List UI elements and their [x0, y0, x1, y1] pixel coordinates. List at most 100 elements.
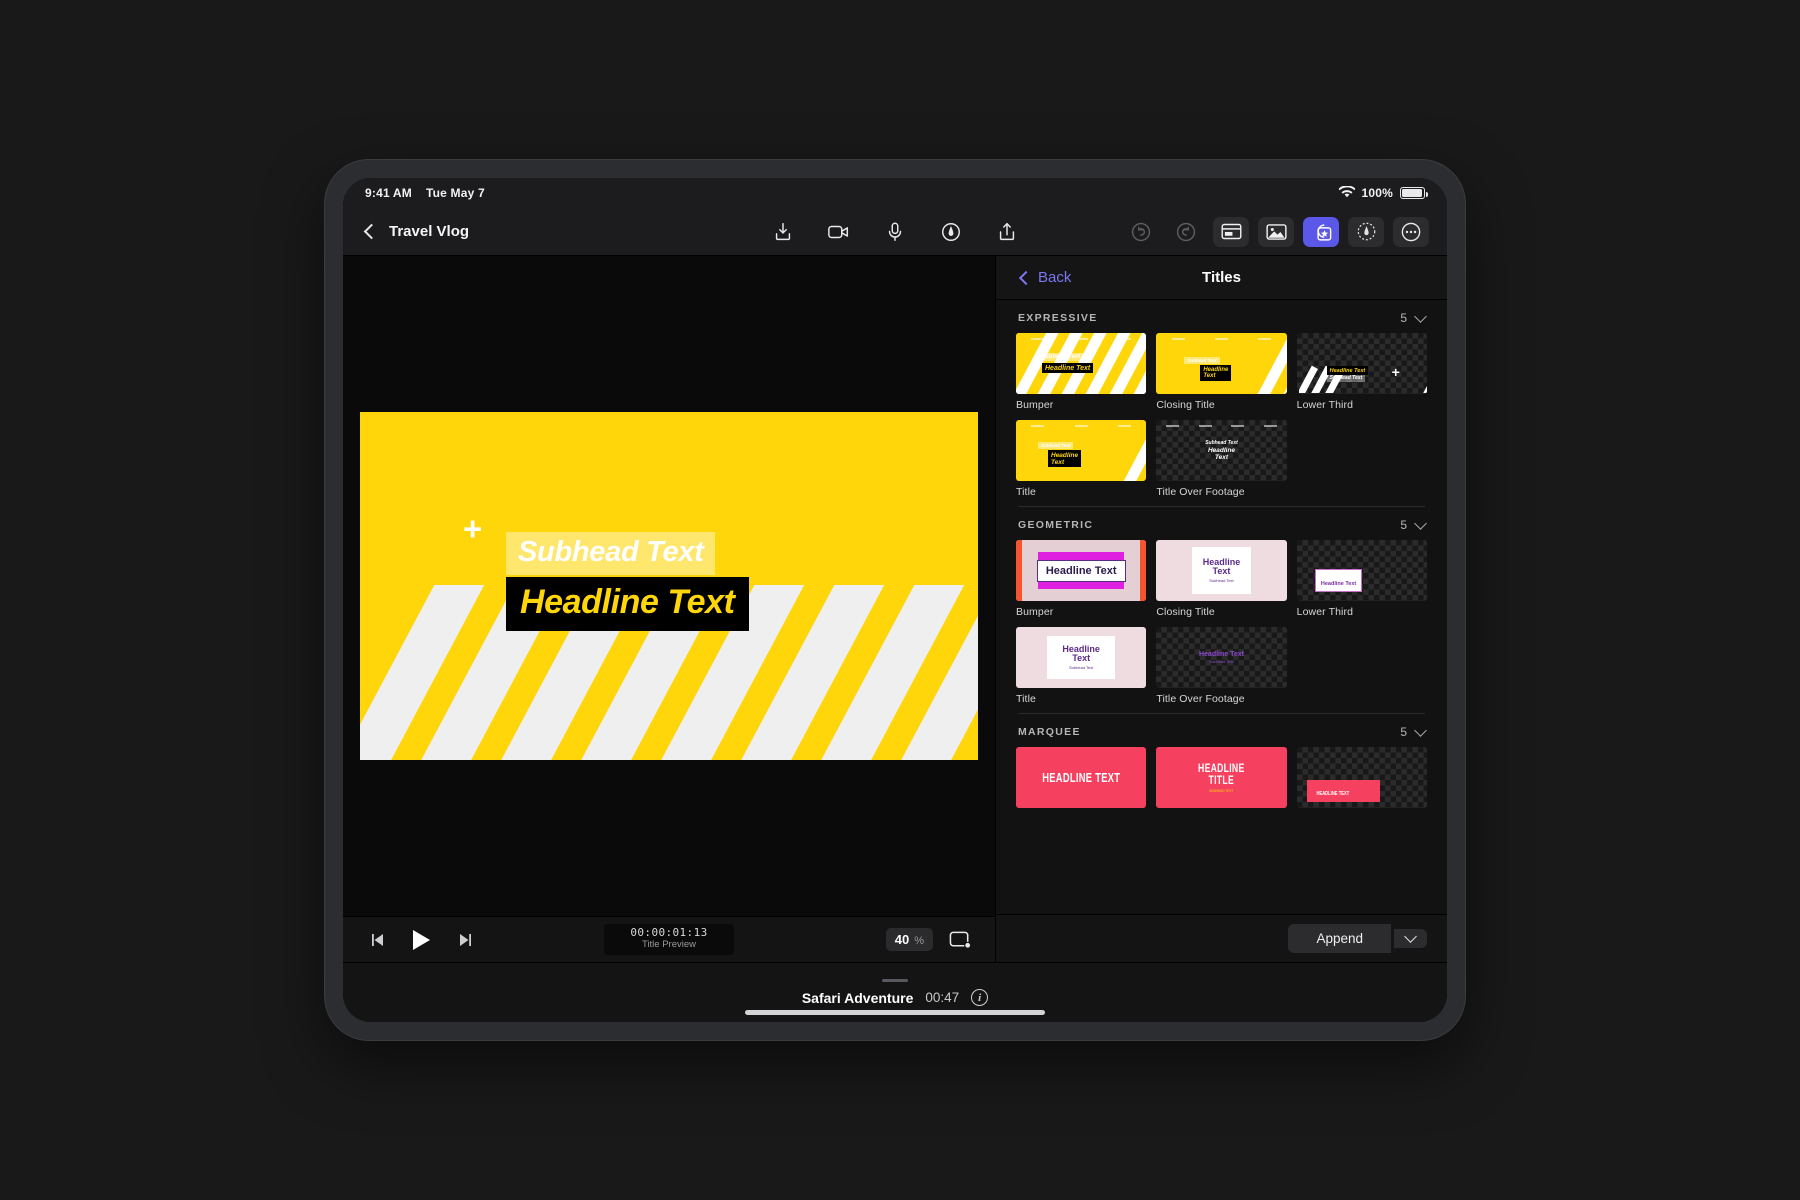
section-count: 5: [1400, 311, 1407, 325]
timeline-clip-info: Safari Adventure 00:47 i: [801, 989, 989, 1006]
preview-headline-text[interactable]: Headline Text: [506, 577, 749, 631]
append-options-button[interactable]: [1394, 929, 1427, 948]
section-header-expressive[interactable]: EXPRESSIVE 5: [1016, 300, 1427, 333]
clip-duration: 00:47: [925, 990, 960, 1005]
titles-list[interactable]: EXPRESSIVE 5 Subhead Text Headline Text …: [996, 300, 1447, 914]
thumb-headline: HEADLINE TEXT: [1316, 790, 1350, 797]
transport-bar: 00:00:01:13 Title Preview 40 %: [343, 916, 995, 962]
title-style-card[interactable]: HEADLINETITLE SUBHEAD TEXT Closing Title: [1156, 747, 1287, 825]
title-style-label: Title: [1016, 486, 1036, 498]
chevron-down-icon[interactable]: [1414, 723, 1427, 737]
storyboard-icon[interactable]: [1213, 216, 1249, 247]
magic-wand-icon[interactable]: [938, 219, 964, 245]
thumbnail-expressive-lower-third[interactable]: Subhead Text Headline Text +: [1296, 333, 1427, 394]
battery-percent-label: 100%: [1361, 186, 1393, 200]
chevron-left-icon: [1018, 270, 1034, 285]
status-bar-right: 100%: [1337, 184, 1428, 201]
section-meta: 5: [1400, 309, 1427, 325]
chevron-down-icon[interactable]: [1414, 516, 1427, 530]
status-bar-left: 9:41 AM Tue May 7: [365, 186, 485, 200]
title-style-card[interactable]: Subhead Text Headline Text Title Over Foo…: [1156, 420, 1287, 498]
thumb-subhead: Subhead Text: [1209, 659, 1234, 664]
thumb-subhead: Subhead Text: [1038, 442, 1074, 449]
import-media-icon[interactable]: [770, 219, 796, 245]
undo-icon[interactable]: [1123, 217, 1159, 247]
title-style-card[interactable]: Headline Text Lower Third: [1296, 540, 1427, 618]
thumb-headline: Headline Text: [1198, 651, 1244, 658]
title-style-card[interactable]: Headline Text Subhead Text Closing Title: [1156, 540, 1287, 618]
preview-plus-mark: +: [463, 510, 483, 547]
media-library-icon[interactable]: [1258, 216, 1294, 247]
thumbnail-expressive-bumper[interactable]: Subhead Text Headline Text: [1016, 333, 1147, 394]
thumbnail-marquee-lower-third[interactable]: HEADLINE TEXT: [1296, 747, 1427, 808]
thumb-plus-mark: +: [1391, 364, 1400, 380]
title-style-card[interactable]: Subhead Text Headline Text + Lower Third: [1296, 333, 1427, 411]
share-icon[interactable]: [994, 219, 1020, 245]
thumb-headline: Headline Text: [1202, 556, 1241, 576]
thumbnail-expressive-closing-title[interactable]: Subhead Text Headline Text: [1156, 333, 1287, 394]
toolbar-left-group: Travel Vlog: [343, 223, 643, 240]
section-meta: 5: [1400, 516, 1427, 532]
timeline-drag-handle[interactable]: [882, 979, 908, 982]
title-style-card[interactable]: Subhead Text Headline Text Title: [1016, 420, 1147, 498]
thumb-subhead: Subhead Text: [1209, 578, 1234, 584]
info-icon[interactable]: i: [971, 989, 989, 1006]
panel-back-button[interactable]: Back: [1018, 269, 1071, 286]
ipad-screen: 9:41 AM Tue May 7 100% Travel Vlog + Sub…: [343, 178, 1447, 1022]
record-video-icon[interactable]: [826, 219, 852, 245]
expressive-grid: Subhead Text Headline Text Bumper Subhea…: [1016, 333, 1427, 498]
thumbnail-expressive-title-over-footage[interactable]: Subhead Text Headline Text: [1156, 420, 1287, 481]
section-title: MARQUEE: [1018, 726, 1081, 738]
clip-name: Safari Adventure: [801, 989, 914, 1006]
panel-back-label: Back: [1038, 269, 1072, 286]
thumb-headline: HEADLINE TEXT: [1042, 770, 1121, 785]
workspace: + Subhead Text Headline Text 00:00:01:13…: [343, 256, 1447, 962]
thumb-headline: Headline Text: [1036, 559, 1126, 582]
section-title: GEOMETRIC: [1018, 519, 1094, 531]
titles-icon[interactable]: [1303, 216, 1339, 247]
redo-icon[interactable]: [1168, 217, 1204, 247]
app-toolbar: Travel Vlog: [343, 208, 1447, 256]
title-style-card[interactable]: Headline Text Subhead Text Title Over Fo…: [1156, 627, 1287, 705]
microphone-icon[interactable]: [882, 219, 908, 245]
thumbnail-expressive-title[interactable]: Subhead Text Headline Text: [1016, 420, 1147, 481]
thumbnail-marquee-bumper[interactable]: HEADLINE TEXT: [1016, 747, 1147, 808]
append-button[interactable]: Append: [1288, 924, 1391, 953]
back-chevron-icon[interactable]: [363, 223, 380, 240]
thumb-subhead: Subhead Text: [1205, 439, 1238, 446]
section-meta: 5: [1400, 723, 1427, 739]
title-style-card[interactable]: Headline Text Bumper: [1016, 540, 1147, 618]
timecode-display[interactable]: 00:00:01:13 Title Preview: [604, 923, 734, 956]
thumbnail-geometric-title[interactable]: Headline Text Subhead Text: [1016, 627, 1147, 688]
thumbnail-geometric-lower-third[interactable]: Headline Text: [1296, 540, 1427, 601]
thumbnail-geometric-title-over-footage[interactable]: Headline Text Subhead Text: [1156, 627, 1287, 688]
thumb-headline: Headline Text: [1062, 643, 1100, 663]
title-style-card[interactable]: Subhead Text Headline Text Closing Title: [1156, 333, 1287, 411]
thumbnail-geometric-closing-title[interactable]: Headline Text Subhead Text: [1156, 540, 1287, 601]
thumbnail-marquee-closing-title[interactable]: HEADLINE TITLE SUBHEAD TEXT: [1156, 747, 1287, 808]
audio-icon[interactable]: [1348, 216, 1384, 247]
title-style-label: Title Over Footage: [1156, 693, 1245, 705]
front-camera-notch: [805, 178, 985, 180]
thumbnail-geometric-bumper[interactable]: Headline Text: [1016, 540, 1147, 601]
timeline-bar[interactable]: Safari Adventure 00:47 i: [343, 962, 1447, 1022]
preview-canvas-area[interactable]: + Subhead Text Headline Text: [343, 256, 995, 916]
title-style-label: Closing Title: [1156, 399, 1215, 411]
titles-inspector-panel: Back Titles EXPRESSIVE 5 Subhead Text He…: [995, 256, 1447, 962]
title-style-card[interactable]: Headline Text Subhead Text Title: [1016, 627, 1147, 705]
thumb-headline: Headline Text: [1207, 446, 1236, 461]
title-preview[interactable]: + Subhead Text Headline Text: [360, 412, 978, 760]
title-style-card[interactable]: HEADLINE TEXT Lower Third: [1296, 747, 1427, 825]
thumb-subhead: Subhead Text: [1184, 357, 1220, 364]
title-style-label: Closing Title: [1156, 606, 1215, 618]
chevron-down-icon[interactable]: [1414, 309, 1427, 323]
section-title: EXPRESSIVE: [1018, 312, 1098, 324]
title-style-label: Lower Third: [1296, 606, 1354, 618]
thumb-headline: Headline Text: [1042, 363, 1094, 373]
title-style-card[interactable]: HEADLINE TEXT Bumper: [1016, 747, 1147, 825]
preview-subhead-text[interactable]: Subhead Text: [506, 532, 716, 575]
section-header-marquee[interactable]: MARQUEE 5: [1016, 714, 1427, 747]
more-icon[interactable]: [1393, 216, 1429, 247]
title-style-card[interactable]: Subhead Text Headline Text Bumper: [1016, 333, 1147, 411]
section-header-geometric[interactable]: GEOMETRIC 5: [1016, 507, 1427, 540]
